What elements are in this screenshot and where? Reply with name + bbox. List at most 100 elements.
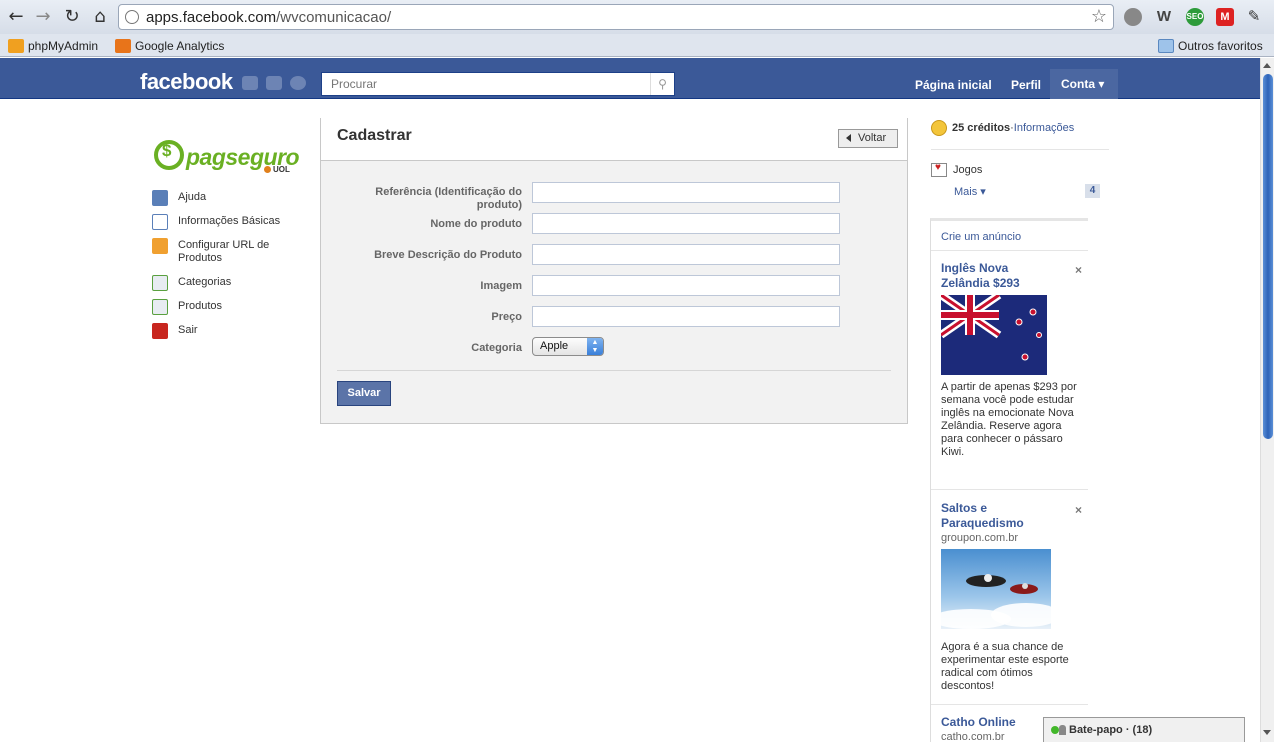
forward-arrow-icon[interactable]: → — [32, 6, 54, 28]
form-header: Cadastrar Voltar — [321, 118, 907, 161]
friend-requests-icon[interactable] — [242, 76, 258, 90]
sidebar-item-ajuda[interactable]: Ajuda — [152, 190, 206, 206]
add-product-icon — [152, 299, 168, 315]
home-icon[interactable]: ⌂ — [89, 6, 111, 28]
sidebar-item-label: Produtos — [178, 300, 223, 312]
back-button-label: Voltar — [858, 132, 887, 144]
ad-domain: groupon.com.br — [941, 532, 1019, 544]
sidebar-item-label: Ajuda — [178, 191, 207, 203]
ad-title[interactable]: Inglês Nova Zelândia $293 — [941, 261, 1051, 291]
back-button[interactable]: Voltar — [838, 129, 898, 148]
phpmyadmin-icon — [8, 38, 24, 53]
back-arrow-icon[interactable]: ← — [5, 6, 27, 28]
help-icon — [152, 190, 168, 206]
sidebar-item-categorias[interactable]: Categorias — [152, 275, 231, 291]
ad-separator — [931, 704, 1088, 705]
ad-body: A partir de apenas $293 por semana você … — [941, 381, 1077, 458]
wrench-icon[interactable]: ✎ — [1245, 8, 1263, 26]
ad-separator — [931, 489, 1088, 490]
nav-home[interactable]: Página inicial — [915, 78, 992, 92]
ad-close-icon[interactable]: × — [1075, 263, 1082, 277]
search-icon[interactable]: ⚲ — [650, 73, 674, 95]
ad-nova-zelandia[interactable]: Inglês Nova Zelândia $293 A partir de ap… — [941, 261, 1087, 459]
categoria-selected-value: Apple — [540, 340, 569, 352]
bookmark-phpmyadmin[interactable]: phpMyAdmin — [8, 37, 98, 54]
facebook-search: ⚲ — [321, 72, 675, 96]
create-ad-link[interactable]: Crie um anúncio — [941, 231, 1021, 243]
scroll-down-icon[interactable] — [1263, 730, 1271, 735]
uol-mark: UOL — [264, 165, 290, 174]
scroll-thumb[interactable] — [1263, 74, 1273, 439]
sidebar-item-label: Configurar URL de Produtos — [178, 239, 270, 264]
reload-icon[interactable]: ↻ — [61, 6, 83, 28]
sidebar-item-label: Categorias — [178, 276, 232, 288]
browser-toolbar: ← → ↻ ⌂ apps.facebook.com/wvcomunicacao/… — [0, 0, 1274, 34]
facebook-logo[interactable]: facebook — [140, 69, 233, 95]
ad-close-icon[interactable]: × — [1075, 503, 1082, 517]
field-label-categoria: Categoria — [471, 342, 522, 354]
gmail-icon[interactable]: M — [1216, 8, 1234, 26]
facebook-header: facebook ⚲ Página inicial Perfil Conta ▾ — [0, 58, 1260, 99]
chat-label: Bate-papo · (18) — [1069, 724, 1153, 736]
url-text[interactable]: apps.facebook.com/wvcomunicacao/ — [146, 9, 391, 26]
extension-gear-icon[interactable] — [1124, 8, 1142, 26]
games-item[interactable]: Jogos — [931, 162, 982, 177]
extension-w-icon[interactable]: W — [1155, 8, 1173, 26]
more-link[interactable]: Mais ▾ — [954, 185, 986, 198]
search-input[interactable] — [322, 73, 648, 95]
bookmark-star-icon[interactable]: ☆ — [1091, 6, 1107, 27]
nome-produto-input[interactable] — [532, 213, 840, 234]
extension-seo-icon[interactable]: SEO — [1186, 8, 1204, 26]
select-arrows-icon: ▲ ▼ — [587, 338, 603, 355]
page-title: Cadastrar — [337, 127, 412, 144]
field-label-preco: Preço — [491, 311, 522, 323]
more-count-badge: 4 — [1085, 184, 1100, 198]
sidebar-item-produtos[interactable]: Produtos — [152, 299, 222, 315]
categoria-select[interactable]: Apple ▲ ▼ — [532, 337, 604, 356]
ads-column: Crie um anúncio Inglês Nova Zelândia $29… — [930, 218, 1088, 742]
preco-input[interactable] — [532, 306, 840, 327]
other-bookmarks[interactable]: Outros favoritos — [1158, 37, 1263, 54]
bookmark-label: Google Analytics — [135, 38, 225, 53]
bookmarks-bar: phpMyAdmin Google Analytics Outros favor… — [0, 34, 1274, 57]
ad-separator — [931, 250, 1088, 251]
messages-icon[interactable] — [266, 76, 282, 90]
form-panel: Cadastrar Voltar Referência (Identificaç… — [320, 118, 908, 424]
person-icon — [1059, 725, 1066, 735]
ad-title[interactable]: Saltos e Paraquedismo — [941, 501, 1051, 531]
globe-icon — [125, 10, 139, 24]
folder-icon — [1158, 38, 1174, 53]
field-label-descricao: Breve Descrição do Produto — [374, 249, 522, 261]
other-bookmarks-label: Outros favoritos — [1178, 38, 1263, 53]
ad-paraquedismo[interactable]: Saltos e Paraquedismo groupon.com.br Ago… — [941, 501, 1087, 693]
save-button[interactable]: Salvar — [337, 381, 391, 406]
page-scrollbar[interactable] — [1260, 58, 1274, 742]
address-bar[interactable]: apps.facebook.com/wvcomunicacao/ ☆ — [118, 4, 1114, 30]
field-label-imagem: Imagem — [480, 280, 522, 292]
chat-bar[interactable]: Bate-papo · (18) — [1043, 717, 1245, 742]
imagem-input[interactable] — [532, 275, 840, 296]
games-card-icon — [931, 162, 947, 177]
url-config-icon — [152, 238, 168, 254]
divider — [931, 149, 1109, 150]
new-zealand-flag-image[interactable] — [941, 295, 1047, 375]
credits-line: 25 créditos · Informações — [931, 120, 1074, 136]
descricao-input[interactable] — [532, 244, 840, 265]
online-status-icon — [1051, 726, 1059, 734]
sidebar-item-sair[interactable]: Sair — [152, 323, 198, 339]
pagseguro-logo-mark: $ — [154, 140, 184, 170]
credits-info-link[interactable]: Informações — [1014, 122, 1075, 134]
referencia-input[interactable] — [532, 182, 840, 203]
nav-account[interactable]: Conta ▾ — [1050, 69, 1118, 99]
skydiving-image[interactable] — [941, 549, 1051, 629]
info-card-icon — [152, 214, 168, 230]
scroll-up-icon[interactable] — [1263, 63, 1271, 68]
bookmark-google-analytics[interactable]: Google Analytics — [115, 37, 224, 54]
add-category-icon — [152, 275, 168, 291]
sidebar-item-informacoes-basicas[interactable]: Informações Básicas — [152, 214, 280, 230]
sidebar-item-configurar-url[interactable]: Configurar URL de Produtos — [152, 238, 288, 265]
notifications-globe-icon[interactable] — [290, 76, 306, 90]
exit-icon — [152, 323, 168, 339]
pagseguro-logo: $ pagseguro UOL — [152, 140, 300, 176]
nav-profile[interactable]: Perfil — [1011, 78, 1041, 92]
